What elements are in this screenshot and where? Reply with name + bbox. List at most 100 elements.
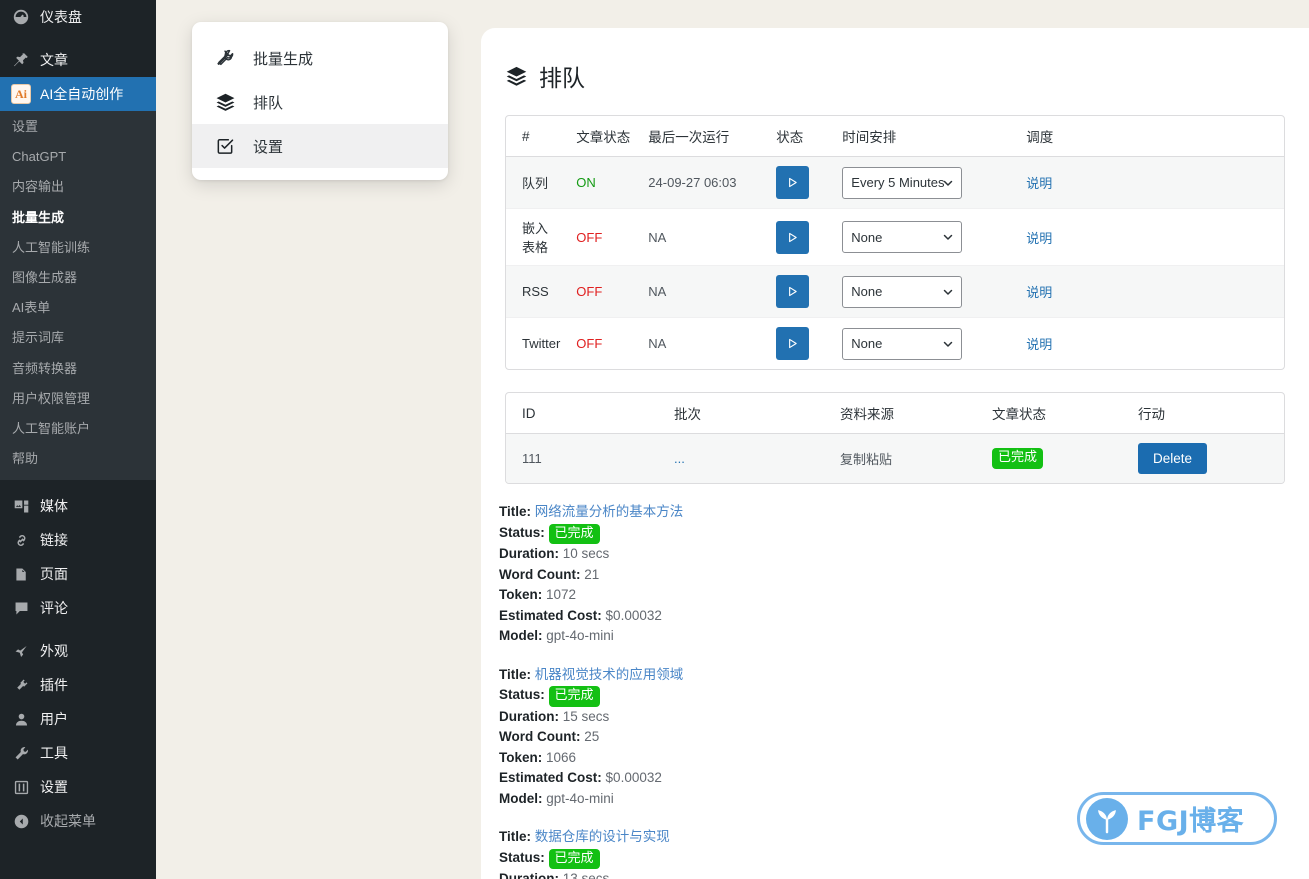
sidebar-subitem-audio-converter[interactable]: 音频转换器: [0, 354, 156, 384]
cell-post-status: 已完成: [984, 434, 1130, 484]
col-header-action: 行动: [1130, 393, 1284, 434]
sidebar-item-label: 工具: [40, 745, 68, 762]
cell-scheduling-link: 说明: [1018, 318, 1284, 370]
wrench-icon: [11, 743, 31, 763]
sidebar-item-posts[interactable]: 文章: [0, 43, 156, 77]
sidebar-subitem-ai-training[interactable]: 人工智能训练: [0, 233, 156, 263]
log-label-token: Token:: [499, 749, 543, 765]
sidebar-subitem-ai-accounts[interactable]: 人工智能账户: [0, 414, 156, 444]
schedule-select[interactable]: Every 5 Minutes: [842, 166, 963, 199]
watermark-text: FGJ博客: [1137, 806, 1245, 837]
flyout-item-bulk-generate[interactable]: 批量生成: [192, 36, 448, 80]
plugin-flyout-menu: 批量生成 排队 设置: [192, 22, 448, 180]
sidebar-item-pages[interactable]: 页面: [0, 557, 156, 591]
log-value-cost: $0.00032: [605, 607, 662, 623]
schedule-select[interactable]: None: [842, 221, 963, 253]
log-line-status: Status: 已完成: [499, 685, 1309, 707]
log-value-title[interactable]: 网络流量分析的基本方法: [535, 504, 684, 519]
cell-name: 嵌入表格: [506, 208, 569, 266]
plugin-icon: [11, 675, 31, 695]
log-value-duration: 10 secs: [562, 546, 610, 562]
col-header-post-status: 文章状态: [984, 393, 1130, 434]
cell-scheduling-link: 说明: [1018, 208, 1284, 266]
sidebar-collapse-menu[interactable]: 收起菜单: [0, 804, 156, 838]
table-header-row: ID 批次 资料来源 文章状态 行动: [506, 393, 1284, 434]
appearance-brush-icon: [11, 641, 31, 661]
log-label-cost: Estimated Cost:: [499, 770, 602, 786]
sidebar-subitem-prompt-library[interactable]: 提示词库: [0, 323, 156, 353]
sidebar-item-label: AI全自动创作: [40, 86, 124, 102]
play-icon: [786, 176, 799, 189]
run-now-button[interactable]: [776, 166, 810, 199]
sidebar-item-settings[interactable]: 设置: [0, 770, 156, 804]
log-value-title[interactable]: 机器视觉技术的应用领域: [535, 667, 684, 682]
log-value-word-count: 21: [584, 566, 600, 582]
sidebar-subitem-chatgpt[interactable]: ChatGPT: [0, 142, 156, 172]
schedule-help-link[interactable]: 说明: [1026, 337, 1052, 352]
table-row: RSS OFF NA None 说明: [506, 265, 1284, 318]
status-badge: 已完成: [548, 848, 600, 870]
watermark-badge: FGJ博客: [1077, 792, 1277, 845]
sidebar-subitem-ai-forms[interactable]: AI表单: [0, 293, 156, 323]
log-label-title: Title:: [499, 504, 532, 519]
cell-id: 111: [522, 451, 542, 466]
sidebar-item-links[interactable]: 链接: [0, 523, 156, 557]
log-value-word-count: 25: [584, 729, 600, 745]
schedule-table-body: 队列 ON 24-09-27 06:03 Every 5 Minutes 说明 …: [506, 156, 1284, 370]
flyout-item-settings[interactable]: 设置: [192, 124, 448, 168]
log-label-word-count: Word Count:: [499, 729, 581, 745]
flyout-item-queue[interactable]: 排队: [192, 80, 448, 124]
table-row: 队列 ON 24-09-27 06:03 Every 5 Minutes 说明: [506, 156, 1284, 209]
delete-button[interactable]: Delete: [1138, 443, 1208, 474]
sidebar-divider: [0, 480, 156, 489]
run-now-button[interactable]: [776, 327, 810, 360]
media-icon: [11, 496, 31, 516]
sidebar-item-label: 仪表盘: [40, 9, 82, 25]
sidebar-subitem-settings[interactable]: 设置: [0, 112, 156, 142]
sidebar-subitem-content-output[interactable]: 内容输出: [0, 172, 156, 202]
log-value-title[interactable]: 数据仓库的设计与实现: [535, 829, 670, 844]
schedule-select[interactable]: None: [842, 327, 963, 360]
log-line-word-count: Word Count: 25: [499, 727, 1309, 748]
sidebar-item-ai-autocreate[interactable]: Ai AI全自动创作: [0, 77, 156, 111]
log-label-duration: Duration:: [499, 546, 559, 562]
log-line-duration: Duration: 15 secs: [499, 707, 1309, 728]
queue-table-body: 111 ... 复制粘贴 已完成 Delete: [506, 433, 1284, 484]
admin-sidebar: 仪表盘 文章 Ai AI全自动创作 设置 ChatGPT 内容输出 批量生成 人…: [0, 0, 156, 879]
sidebar-item-users[interactable]: 用户: [0, 702, 156, 736]
schedule-help-link[interactable]: 说明: [1026, 285, 1052, 300]
sidebar-item-label: 文章: [40, 52, 68, 68]
sidebar-item-label: 插件: [40, 677, 68, 694]
sidebar-subitem-user-permissions[interactable]: 用户权限管理: [0, 384, 156, 414]
schedule-table-head: # 文章状态 最后一次运行 状态 时间安排 调度: [506, 116, 1284, 157]
schedule-help-link[interactable]: 说明: [1026, 176, 1052, 191]
sidebar-item-dashboard[interactable]: 仪表盘: [0, 0, 156, 34]
cell-post-status: ON: [568, 156, 641, 209]
sidebar-item-comments[interactable]: 评论: [0, 591, 156, 625]
run-now-button[interactable]: [776, 220, 810, 254]
sidebar-item-tools[interactable]: 工具: [0, 736, 156, 770]
sidebar-item-appearance[interactable]: 外观: [0, 634, 156, 668]
col-header-post-status: 文章状态: [568, 116, 641, 157]
play-icon: [786, 231, 799, 244]
sidebar-item-label: 收起菜单: [40, 813, 96, 830]
sidebar-subitem-image-generator[interactable]: 图像生成器: [0, 263, 156, 293]
log-label-word-count: Word Count:: [499, 566, 581, 582]
batch-link[interactable]: ...: [674, 451, 685, 466]
sidebar-subitem-bulk-generate[interactable]: 批量生成: [0, 203, 156, 233]
col-header-timing: 时间安排: [834, 116, 1019, 157]
schedule-help-link[interactable]: 说明: [1026, 231, 1052, 246]
collapse-arrow-icon: [11, 811, 31, 831]
run-now-button[interactable]: [776, 275, 810, 308]
sidebar-item-media[interactable]: 媒体: [0, 489, 156, 523]
link-icon: [11, 530, 31, 550]
log-line-token: Token: 1066: [499, 748, 1309, 769]
schedule-select[interactable]: None: [842, 275, 963, 308]
sidebar-subitem-help[interactable]: 帮助: [0, 444, 156, 474]
queue-table: ID 批次 资料来源 文章状态 行动 111 ... 复制粘贴 已完成 Dele…: [506, 393, 1284, 483]
cell-post-status: OFF: [576, 336, 603, 351]
sidebar-item-plugins[interactable]: 插件: [0, 668, 156, 702]
log-line-title: Title: 机器视觉技术的应用领域: [499, 665, 1309, 686]
log-label-duration: Duration:: [499, 708, 559, 724]
flyout-item-label: 设置: [253, 138, 284, 156]
